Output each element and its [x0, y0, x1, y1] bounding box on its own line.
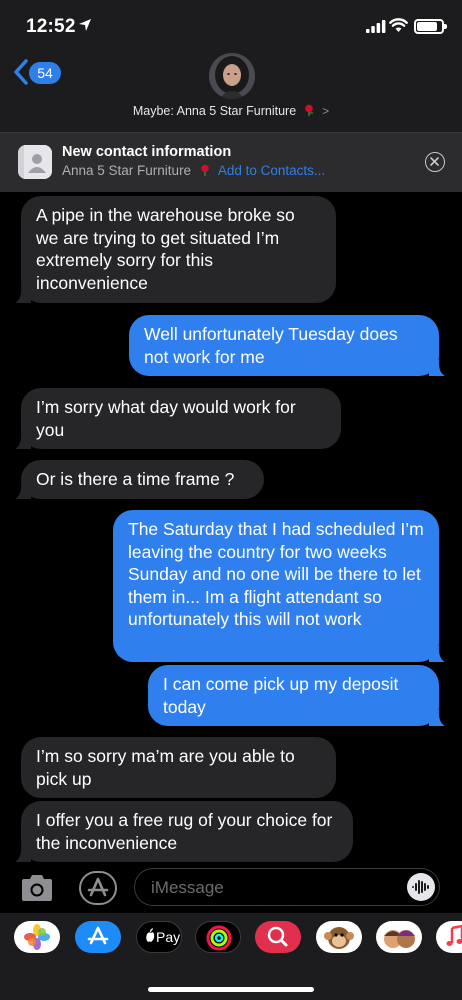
location-arrow-icon	[79, 19, 91, 31]
message-text: I’m so sorry ma’m are you able to pick u…	[36, 746, 295, 789]
app-store-icon[interactable]	[75, 921, 121, 953]
battery-icon	[414, 19, 447, 34]
message-text: A pipe in the warehouse broke so we are …	[36, 205, 295, 293]
photos-icon[interactable]	[14, 921, 60, 953]
app-store-apps-icon[interactable]	[79, 871, 117, 905]
wifi-icon	[389, 18, 408, 32]
message-text: I’m sorry what day would work for you	[36, 397, 296, 440]
apple-pay-icon[interactable]: Pay	[136, 921, 182, 953]
close-banner-icon[interactable]	[425, 152, 445, 172]
contacts-app-icon	[18, 145, 52, 179]
banner-subtitle-row: Anna 5 Star Furniture Add to Contacts...	[62, 163, 325, 178]
incoming-message[interactable]: I offer you a free rug of your choice fo…	[15, 801, 353, 862]
music-icon[interactable]	[436, 921, 462, 953]
message-text: I can come pick up my deposit today	[163, 674, 399, 717]
banner-contact-name: Anna 5 Star Furniture	[62, 163, 192, 178]
incoming-message[interactable]: Or is there a time frame ?	[15, 460, 264, 499]
activity-rings-icon[interactable]	[195, 921, 241, 953]
incoming-message[interactable]: A pipe in the warehouse broke so we are …	[15, 196, 336, 303]
monkey-animoji-icon[interactable]	[316, 921, 362, 953]
message-text: I offer you a free rug of your choice fo…	[36, 810, 333, 853]
rose-emoji-icon	[304, 104, 314, 116]
back-chevron-icon[interactable]	[12, 58, 30, 86]
back-unread-count[interactable]: 54	[29, 62, 61, 84]
conversation-header: 54 Maybe: Anna 5 Star Furniture >	[0, 50, 462, 132]
imessage-input[interactable]: iMessage	[134, 868, 440, 906]
message-text: Or is there a time frame ?	[36, 469, 235, 489]
audio-message-icon[interactable]	[407, 873, 435, 901]
new-contact-banner[interactable]: New contact information Anna 5 Star Furn…	[0, 132, 462, 192]
status-bar: 12:52	[0, 0, 462, 50]
camera-icon[interactable]	[19, 873, 55, 903]
rose-emoji-icon	[201, 164, 209, 176]
outgoing-message[interactable]: Well unfortunately Tuesday does not work…	[129, 315, 445, 376]
image-search-icon[interactable]	[255, 921, 301, 953]
status-time: 12:52	[26, 16, 76, 37]
memoji-stickers-icon[interactable]	[376, 921, 422, 953]
outgoing-message[interactable]: I can come pick up my deposit today	[148, 665, 445, 726]
apple-pay-label: Pay	[156, 929, 181, 945]
outgoing-message[interactable]: The Saturday that I had scheduled I’m le…	[113, 510, 445, 662]
home-indicator[interactable]	[148, 987, 314, 992]
banner-title: New contact information	[62, 144, 232, 160]
message-text: Well unfortunately Tuesday does not work…	[144, 324, 398, 367]
message-text: The Saturday that I had scheduled I’m le…	[128, 519, 424, 629]
message-input-bar: iMessage	[0, 863, 462, 913]
cellular-signal-icon	[366, 20, 386, 33]
contact-avatar[interactable]	[209, 53, 255, 99]
incoming-message[interactable]: I’m sorry what day would work for you	[15, 388, 341, 449]
contact-name[interactable]: Maybe: Anna 5 Star Furniture	[133, 104, 296, 118]
add-to-contacts-link[interactable]: Add to Contacts...	[218, 163, 325, 178]
contact-name-row[interactable]: Maybe: Anna 5 Star Furniture >	[0, 104, 462, 118]
imessage-placeholder: iMessage	[151, 878, 224, 897]
contact-details-chevron-icon[interactable]: >	[322, 104, 329, 118]
imessage-app-drawer: Pay	[0, 913, 462, 1000]
incoming-message[interactable]: I’m so sorry ma’m are you able to pick u…	[21, 737, 336, 798]
